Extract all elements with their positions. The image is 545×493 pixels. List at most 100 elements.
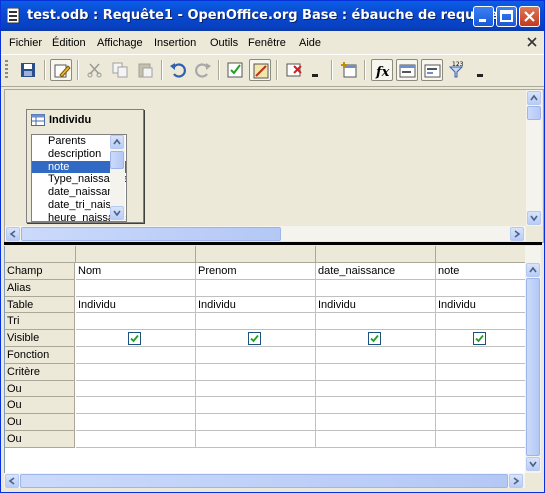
- grid-cell[interactable]: [76, 313, 196, 331]
- close-document-button[interactable]: [526, 36, 538, 48]
- grid-cell[interactable]: [76, 279, 196, 297]
- toolbar-grip[interactable]: [5, 60, 8, 80]
- grid-cell[interactable]: [196, 313, 316, 331]
- visible-checkbox[interactable]: [368, 332, 381, 346]
- grid-cell[interactable]: [196, 397, 316, 415]
- field-list[interactable]: Parents description note Type_naissance …: [31, 134, 127, 222]
- visible-checkbox[interactable]: [473, 332, 486, 346]
- grid-cell[interactable]: Individu: [436, 296, 526, 314]
- menu-insertion[interactable]: Insertion: [154, 37, 196, 49]
- edit-mode-button[interactable]: [50, 59, 72, 81]
- design-pane-vscrollbar[interactable]: [526, 90, 542, 226]
- distinct-values-button[interactable]: 123: [446, 59, 468, 81]
- visible-checkbox[interactable]: [248, 332, 261, 346]
- close-button[interactable]: [519, 6, 540, 27]
- menu-outils[interactable]: Outils: [210, 37, 238, 49]
- grid-cell[interactable]: [196, 347, 316, 364]
- grid-cell[interactable]: [316, 363, 436, 381]
- grid-cell[interactable]: [196, 363, 316, 381]
- column-header[interactable]: [196, 246, 316, 262]
- scroll-up-button[interactable]: [110, 135, 124, 149]
- grid-cell[interactable]: [76, 363, 196, 381]
- menu-aide[interactable]: Aide: [299, 37, 321, 49]
- minimize-button[interactable]: [473, 6, 494, 27]
- grid-hscrollbar[interactable]: [4, 473, 525, 488]
- scroll-right-button[interactable]: [510, 227, 524, 241]
- grid-cell[interactable]: [76, 431, 196, 448]
- design-view-toggle-button[interactable]: [283, 59, 305, 81]
- field-list-scrollbar[interactable]: [110, 135, 125, 221]
- grid-cell[interactable]: [316, 279, 436, 297]
- pane-splitter[interactable]: [4, 242, 542, 245]
- grid-cell[interactable]: [436, 330, 526, 347]
- run-query-button[interactable]: [224, 59, 246, 81]
- maximize-button[interactable]: [496, 6, 517, 27]
- grid-cell[interactable]: [436, 397, 526, 415]
- grid-cell[interactable]: [196, 279, 316, 297]
- save-button[interactable]: [17, 59, 39, 81]
- grid-cell[interactable]: note: [436, 263, 526, 280]
- scroll-down-button[interactable]: [527, 211, 541, 225]
- grid-cell[interactable]: Prenom: [196, 263, 316, 280]
- grid-cell[interactable]: [436, 431, 526, 448]
- copy-button[interactable]: [109, 59, 131, 81]
- add-table-button[interactable]: [338, 59, 360, 81]
- scroll-up-button[interactable]: [526, 263, 540, 277]
- design-pane-hscrollbar[interactable]: [5, 226, 526, 241]
- grid-cell[interactable]: Nom: [76, 263, 196, 280]
- grid-cell[interactable]: [196, 414, 316, 431]
- grid-cell[interactable]: [316, 414, 436, 431]
- cut-button[interactable]: [84, 59, 106, 81]
- scroll-thumb[interactable]: [110, 151, 124, 169]
- grid-cell[interactable]: Individu: [316, 296, 436, 314]
- alias-button[interactable]: [421, 59, 443, 81]
- grid-cell[interactable]: Individu: [196, 296, 316, 314]
- table-window-individu[interactable]: Individu Parents description note Type_n…: [26, 109, 144, 223]
- grid-cell[interactable]: [436, 414, 526, 431]
- grid-cell[interactable]: [76, 414, 196, 431]
- menu-fenetre[interactable]: Fenêtre: [248, 37, 286, 49]
- grid-cell[interactable]: [316, 313, 436, 331]
- scroll-right-button[interactable]: [509, 474, 523, 488]
- table-name-button[interactable]: [396, 59, 418, 81]
- toolbar-overflow-1[interactable]: [308, 59, 320, 81]
- scroll-thumb[interactable]: [20, 474, 508, 488]
- column-header[interactable]: [436, 246, 526, 262]
- scroll-left-button[interactable]: [5, 474, 19, 488]
- scroll-thumb[interactable]: [21, 227, 281, 241]
- scroll-down-button[interactable]: [110, 206, 124, 220]
- visible-checkbox[interactable]: [128, 332, 141, 346]
- grid-cell[interactable]: [76, 347, 196, 364]
- grid-cell[interactable]: [196, 431, 316, 448]
- grid-cell[interactable]: [196, 330, 316, 347]
- column-header[interactable]: [316, 246, 436, 262]
- grid-cell[interactable]: [316, 330, 436, 347]
- grid-cell[interactable]: [196, 380, 316, 398]
- scroll-thumb[interactable]: [527, 106, 541, 120]
- functions-button[interactable]: fx: [371, 59, 393, 81]
- grid-cell[interactable]: [76, 330, 196, 347]
- grid-cell[interactable]: [436, 279, 526, 297]
- grid-cell[interactable]: [76, 397, 196, 415]
- grid-cell[interactable]: [316, 431, 436, 448]
- clear-query-button[interactable]: [249, 59, 271, 81]
- grid-cell[interactable]: [436, 313, 526, 331]
- grid-cell[interactable]: [316, 380, 436, 398]
- column-header[interactable]: [76, 246, 196, 262]
- query-design-grid[interactable]: Champ Nom Prenom date_naissance note Alias Tab…: [4, 246, 526, 473]
- undo-button[interactable]: [167, 59, 189, 81]
- toolbar-overflow-2[interactable]: [473, 59, 485, 81]
- scroll-left-button[interactable]: [6, 227, 20, 241]
- grid-cell[interactable]: [436, 380, 526, 398]
- redo-button[interactable]: [192, 59, 214, 81]
- table-window-header[interactable]: Individu: [27, 110, 143, 130]
- grid-cell[interactable]: [436, 363, 526, 381]
- grid-cell[interactable]: [436, 347, 526, 364]
- menu-affichage[interactable]: Affichage: [97, 37, 143, 49]
- paste-button[interactable]: [134, 59, 156, 81]
- grid-cell[interactable]: [316, 397, 436, 415]
- scroll-up-button[interactable]: [527, 91, 541, 105]
- menu-fichier[interactable]: Fichier: [9, 37, 42, 49]
- grid-cell[interactable]: [316, 347, 436, 364]
- grid-vscrollbar[interactable]: [525, 246, 541, 473]
